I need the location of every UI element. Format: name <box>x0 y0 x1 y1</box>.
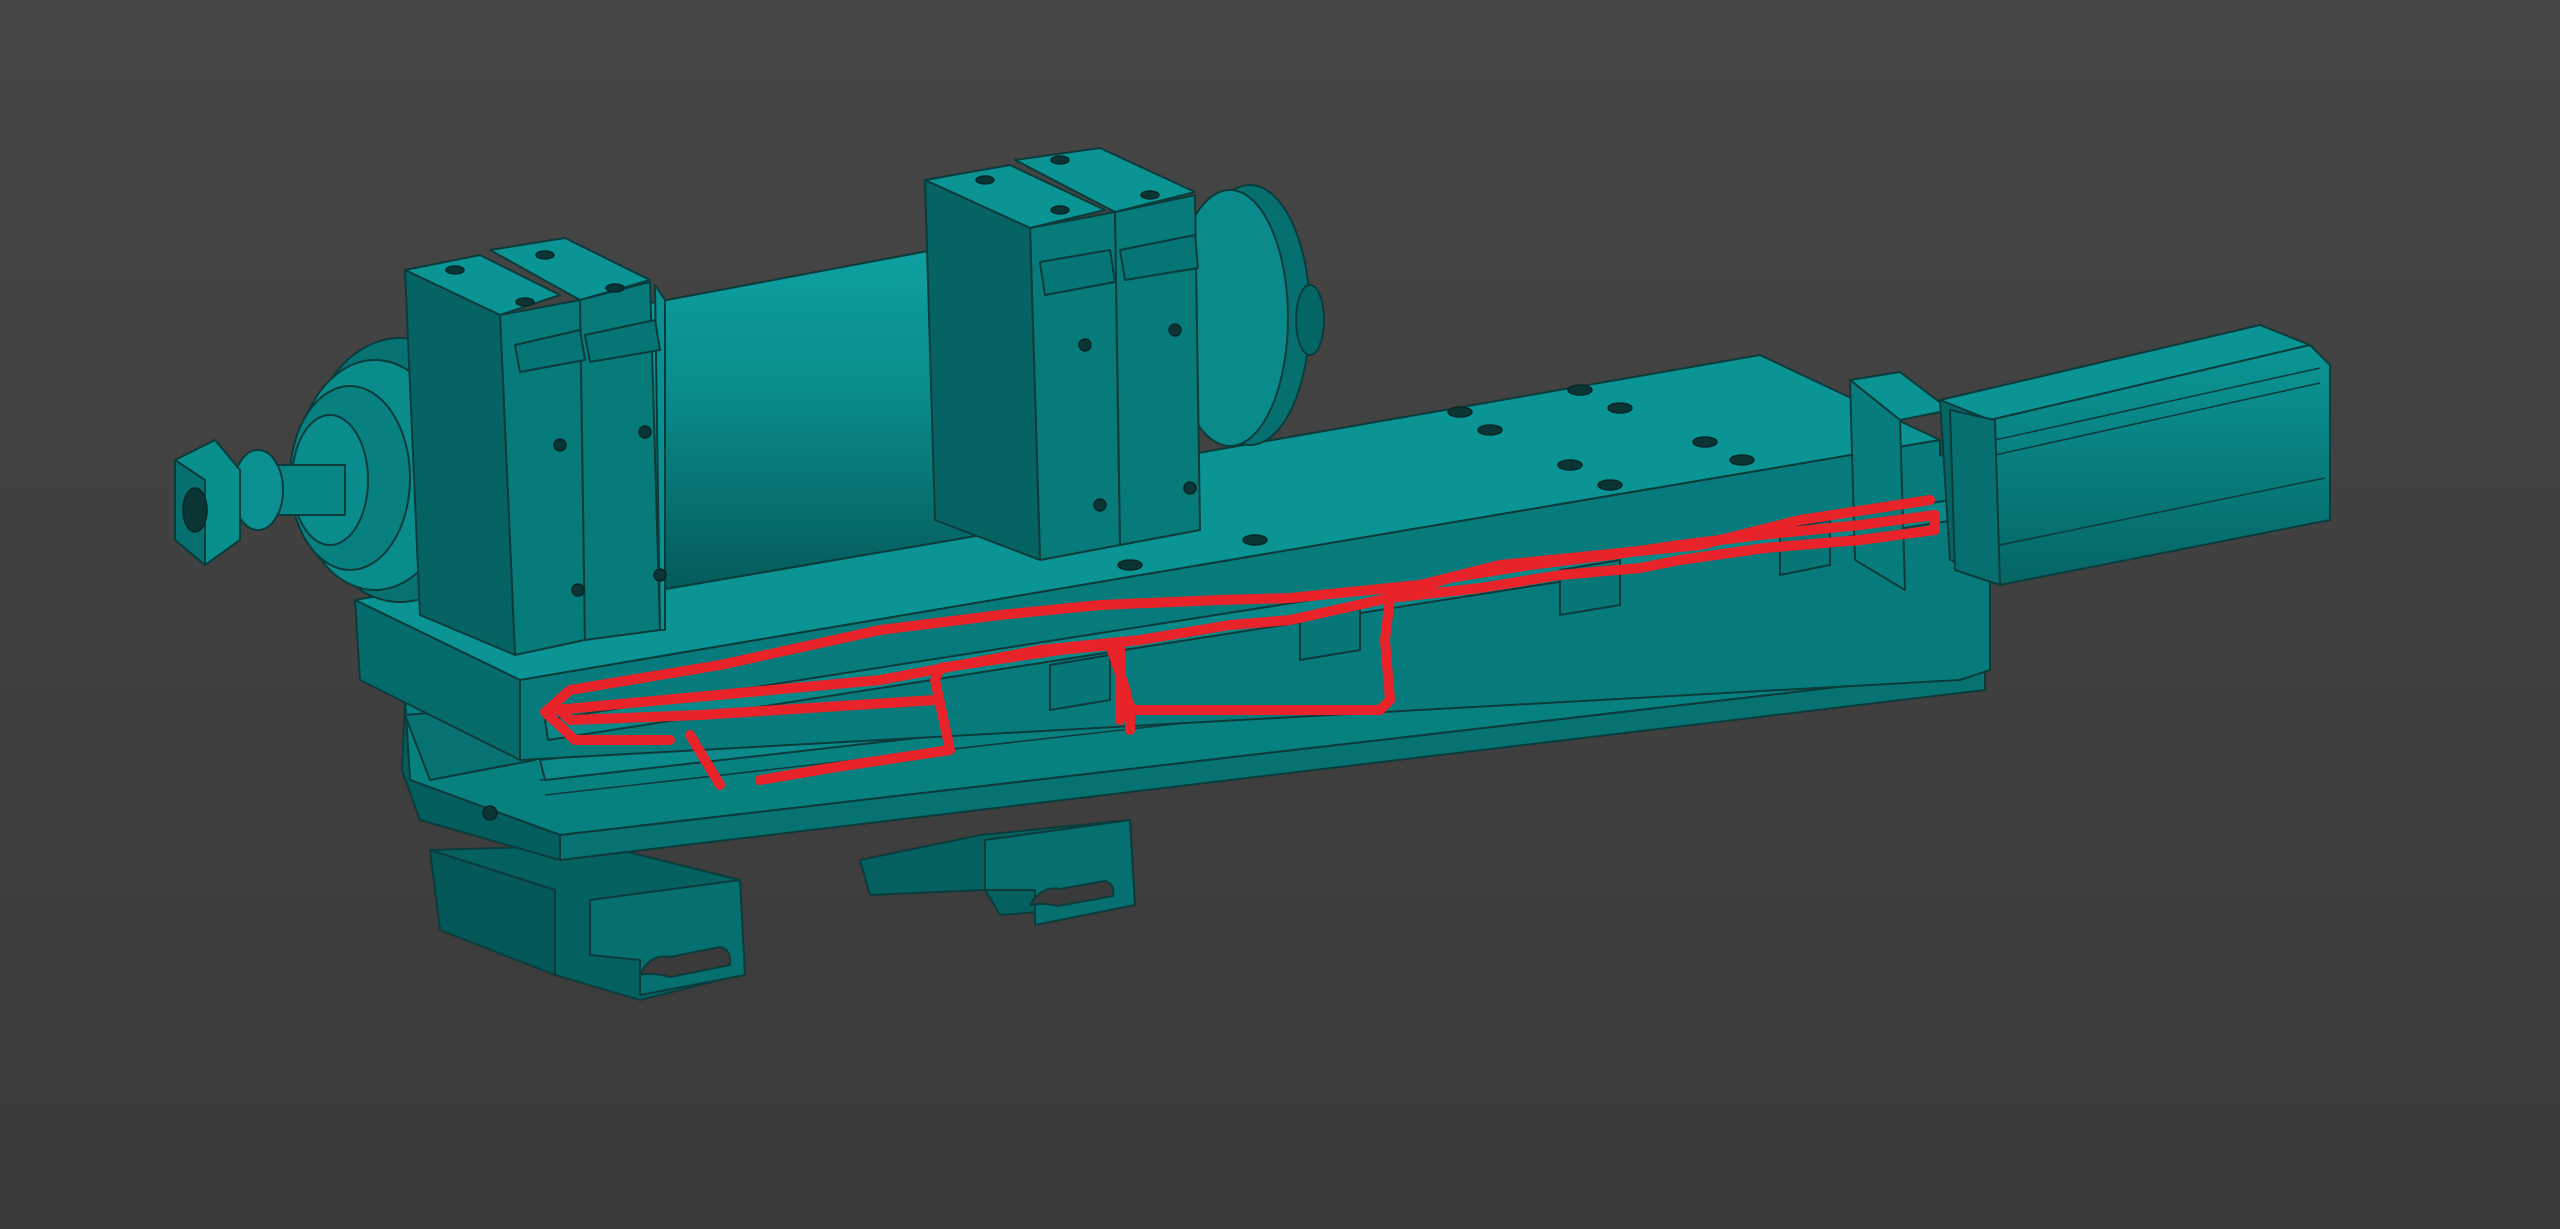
spindle-clamp-front[interactable] <box>404 237 667 656</box>
cad-3d-viewport[interactable] <box>0 0 2560 1229</box>
spindle-clamp-rear[interactable] <box>924 147 1201 561</box>
cad-model-render[interactable] <box>0 0 2560 1229</box>
